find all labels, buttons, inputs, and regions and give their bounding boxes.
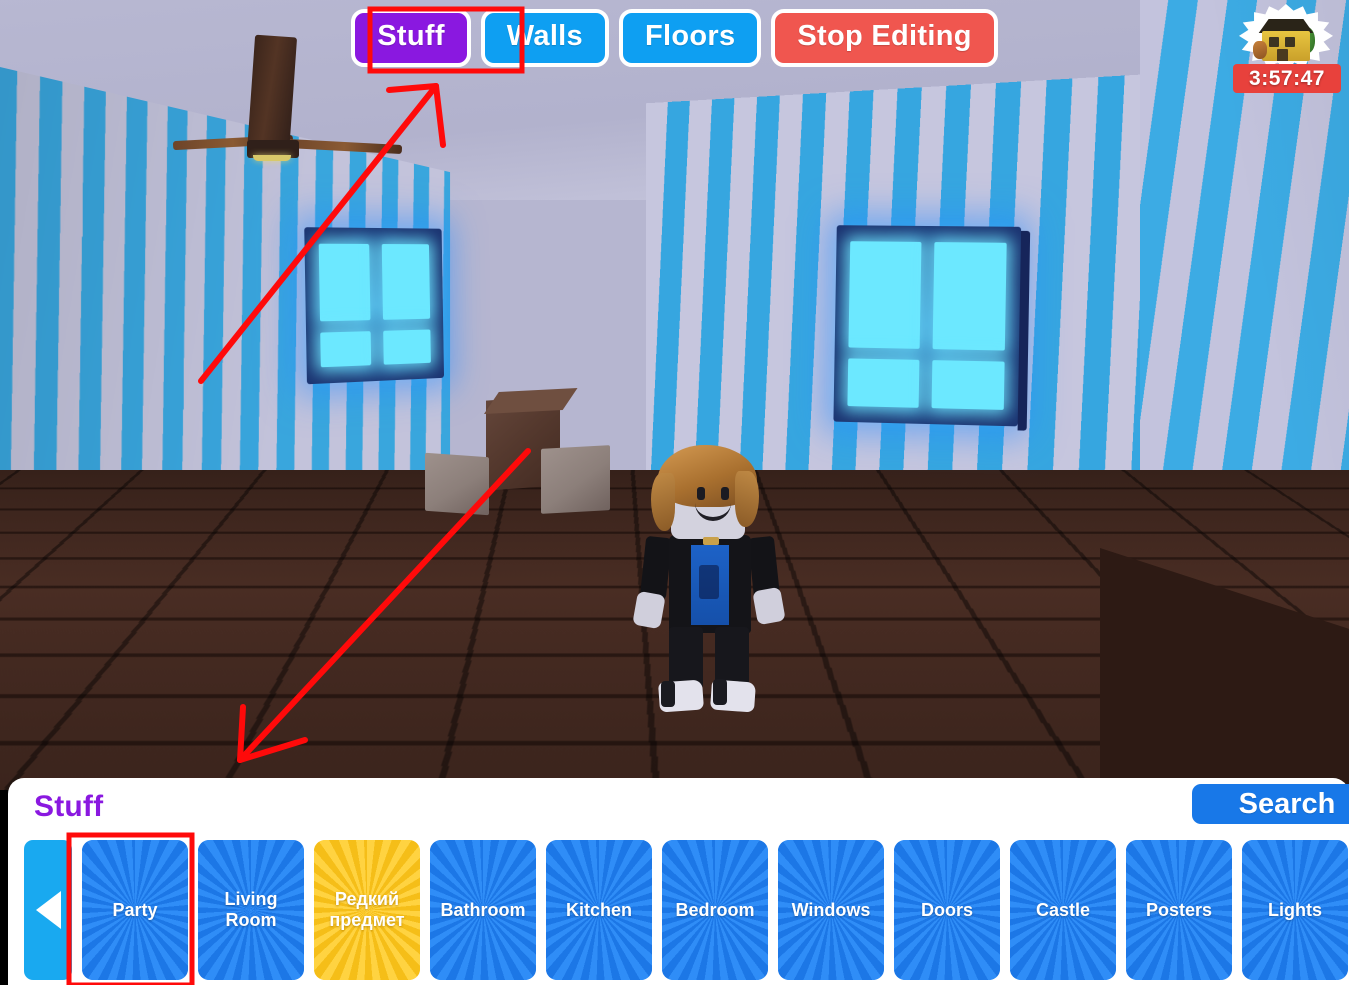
- avatar-hand-left: [632, 590, 666, 630]
- chevron-left-icon: [35, 891, 61, 929]
- category-label: Living Room: [224, 889, 278, 930]
- house-icon: [1253, 19, 1317, 63]
- category-label: Редкий предмет: [329, 889, 405, 930]
- category-label: Bedroom: [675, 899, 755, 920]
- game-screen: Stuff Walls Floors Stop Editing 3:57:47 …: [0, 0, 1349, 985]
- window-pane: [318, 243, 370, 322]
- category-card[interactable]: Bedroom: [662, 840, 768, 980]
- category-card[interactable]: Castle: [1010, 840, 1116, 980]
- window-object-left[interactable]: [304, 227, 445, 385]
- window-object-right[interactable]: [833, 225, 1031, 431]
- category-card[interactable]: Posters: [1126, 840, 1232, 980]
- category-label: Party: [112, 899, 158, 920]
- window-pane: [931, 360, 1005, 410]
- carousel-prev-button[interactable]: [24, 840, 72, 980]
- avatar-arm-left: [639, 535, 673, 601]
- category-card[interactable]: Редкий предмет: [314, 840, 420, 980]
- category-label: Lights: [1268, 899, 1322, 920]
- player-avatar[interactable]: [611, 445, 811, 720]
- category-label: Windows: [791, 899, 871, 920]
- avatar-shirt-logo: [699, 565, 719, 599]
- avatar-collar: [703, 537, 719, 545]
- avatar-eye-left: [697, 487, 705, 500]
- block-object-right[interactable]: [541, 445, 610, 514]
- timer-value: 3:57:47: [1233, 64, 1341, 93]
- window-pane: [381, 244, 431, 320]
- nav-button-stop-editing[interactable]: Stop Editing: [771, 9, 998, 67]
- category-card[interactable]: Living Room: [198, 840, 304, 980]
- house-timer-badge[interactable]: 3:57:47: [1233, 4, 1341, 102]
- category-card[interactable]: Windows: [778, 840, 884, 980]
- category-card[interactable]: Kitchen: [546, 840, 652, 980]
- window-pane: [847, 358, 920, 408]
- crate-top-face: [484, 388, 578, 414]
- game-3d-viewport[interactable]: [0, 0, 1349, 790]
- nav-button-floors[interactable]: Floors: [618, 9, 762, 67]
- avatar-hair-side-right: [735, 471, 759, 527]
- window-pane: [320, 331, 371, 368]
- category-card[interactable]: Doors: [894, 840, 1000, 980]
- search-button[interactable]: Search: [1192, 784, 1349, 824]
- fan-light: [253, 155, 291, 161]
- window-pane: [932, 242, 1007, 351]
- block-object-left[interactable]: [425, 452, 489, 516]
- category-label: Castle: [1035, 899, 1091, 920]
- window-pane: [848, 241, 922, 350]
- category-label: Kitchen: [565, 899, 632, 920]
- build-mode-toolbar: Stuff Walls Floors Stop Editing: [0, 9, 1349, 67]
- avatar-hair-side-left: [651, 473, 675, 531]
- panel-title: Stuff: [34, 790, 104, 823]
- category-card[interactable]: Bathroom: [430, 840, 536, 980]
- nav-button-stuff[interactable]: Stuff: [351, 9, 471, 67]
- category-card[interactable]: Lights: [1242, 840, 1348, 980]
- avatar-eye-right: [721, 487, 729, 500]
- category-label: Doors: [920, 899, 973, 920]
- avatar-hand-right: [752, 586, 786, 626]
- avatar-shoe-detail-right: [713, 679, 727, 705]
- category-label: Bathroom: [440, 899, 526, 920]
- category-card[interactable]: Party: [82, 840, 188, 980]
- avatar-shoe-detail-left: [661, 681, 675, 707]
- category-label: Posters: [1145, 899, 1213, 920]
- category-carousel: Party Living Room Редкий предмет Bathroom Kitc…: [24, 840, 1348, 980]
- window-pane: [382, 329, 431, 365]
- stuff-catalog-panel: Stuff Search Party Living Room Редкий предме…: [8, 778, 1349, 985]
- nav-button-walls[interactable]: Walls: [480, 9, 609, 67]
